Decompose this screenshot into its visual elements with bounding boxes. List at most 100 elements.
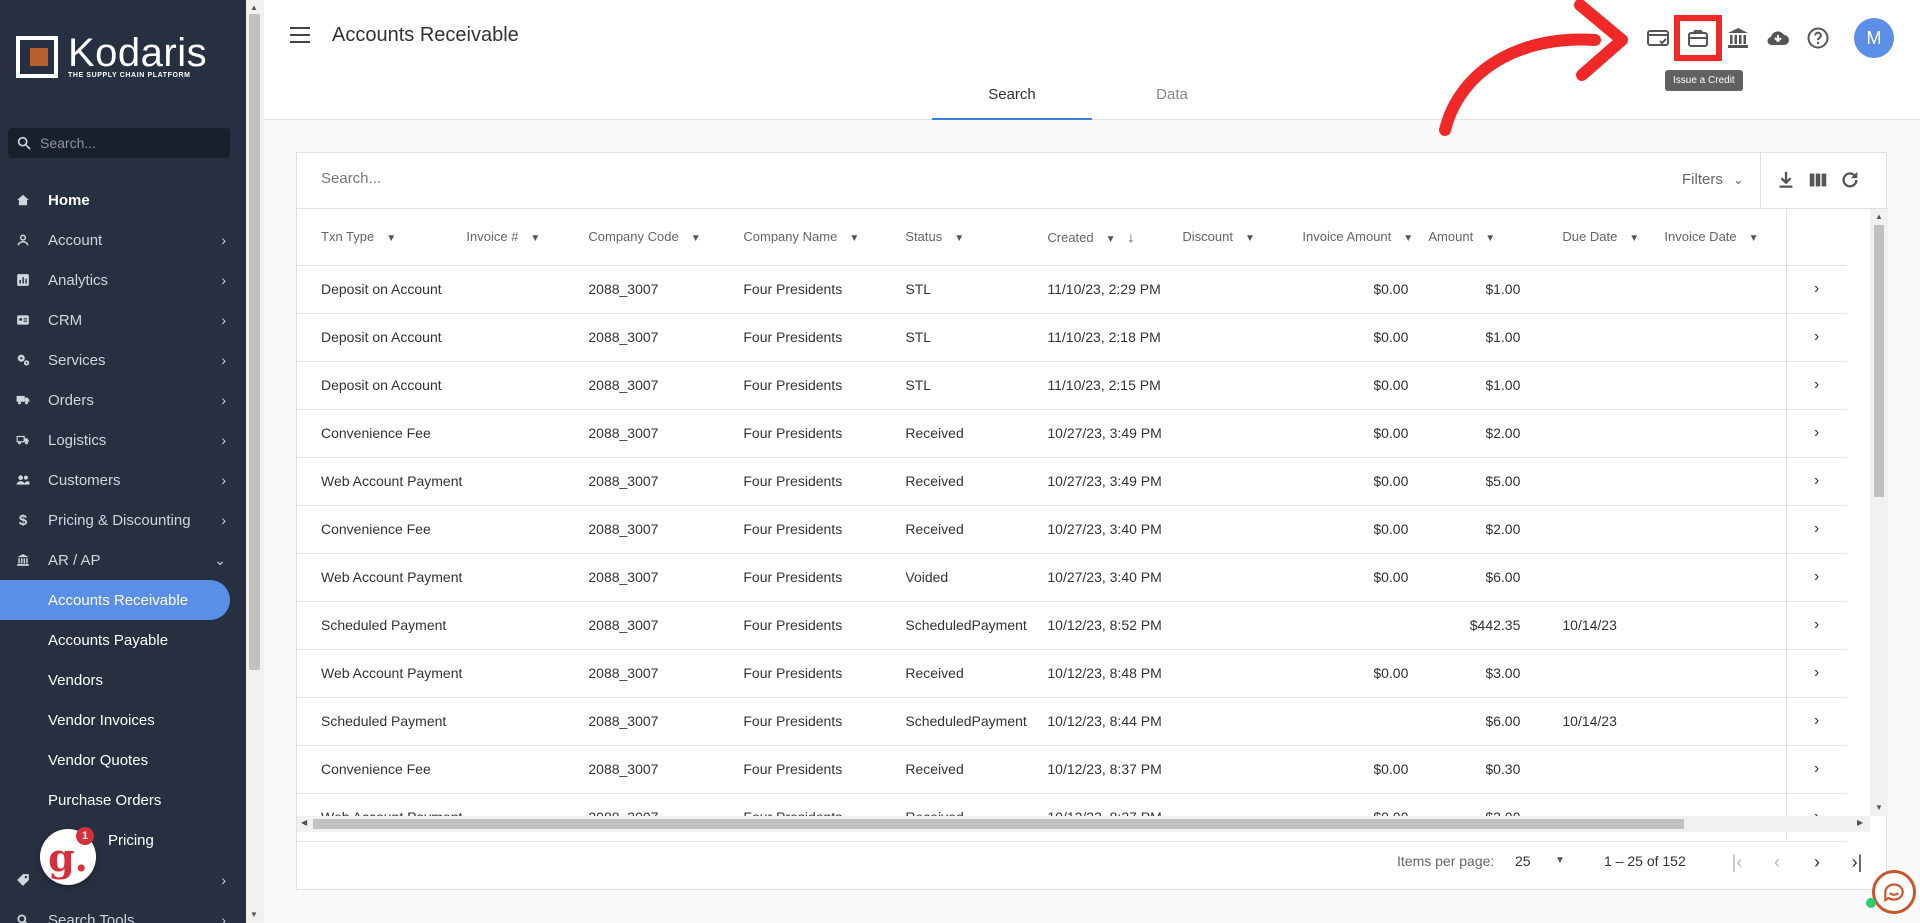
row-open-button[interactable]: › <box>1785 265 1847 314</box>
scroll-down-icon[interactable]: ▼ <box>250 910 258 919</box>
table-horizontal-scrollbar[interactable]: ◀ ▶ <box>297 816 1870 832</box>
last-page-button[interactable]: ›| <box>1842 847 1872 877</box>
tab-data[interactable]: Data <box>1092 80 1252 120</box>
col-due-date[interactable]: Due Date ▼ <box>1536 209 1661 266</box>
row-open-button[interactable]: › <box>1785 745 1847 794</box>
table-vscroll-thumb[interactable] <box>1874 225 1884 497</box>
sidebar-item-home[interactable]: Home <box>0 180 246 220</box>
table-row[interactable]: Web Account Payment 2088_3007Four Preside… <box>297 457 1847 506</box>
col-invoice-number[interactable]: Invoice # ▼ <box>462 209 585 266</box>
table-row[interactable]: Convenience Fee 2088_3007 Four Presidents R… <box>297 409 1847 458</box>
chevron-right-icon: › <box>221 472 226 488</box>
sidebar-subitem-vendors[interactable]: Vendors <box>0 660 246 700</box>
hamburger-menu-icon[interactable] <box>290 27 310 43</box>
sidebar-item-orders[interactable]: Orders › <box>0 380 246 420</box>
table-row[interactable]: Deposit on Account 2088_3007 Four Presiden… <box>297 313 1847 362</box>
sidebar-item-account[interactable]: Account › <box>0 220 246 260</box>
chat-button[interactable] <box>1872 870 1916 914</box>
sidebar-scrollbar[interactable]: ▲ ▼ <box>246 0 264 923</box>
sidebar-subitem-vendor-invoices[interactable]: Vendor Invoices <box>0 700 246 740</box>
payment-card-button[interactable] <box>1638 19 1678 57</box>
filters-dropdown[interactable]: Filters ⌄ <box>1682 171 1744 188</box>
sidebar-item-customers[interactable]: Customers › <box>0 460 246 500</box>
cell-invoice-date <box>1660 649 1787 698</box>
table-row[interactable]: Deposit on Account 2088_3007 Four Presiden… <box>297 361 1847 410</box>
scroll-up-icon[interactable]: ▲ <box>1875 212 1883 221</box>
col-status[interactable]: Status ▼ <box>901 209 1044 266</box>
sidebar-subitem-accounts-payable[interactable]: Accounts Payable <box>0 620 246 660</box>
table-hscroll-thumb[interactable] <box>313 819 1684 829</box>
sidebar-search-input[interactable] <box>40 135 210 151</box>
user-avatar[interactable]: M <box>1854 18 1894 58</box>
refresh-icon[interactable] <box>1839 169 1861 191</box>
sidebar-item-crm[interactable]: CRM › <box>0 300 246 340</box>
sidebar-scroll-thumb[interactable] <box>249 14 260 670</box>
scroll-left-icon[interactable]: ◀ <box>301 818 307 827</box>
tab-search[interactable]: Search <box>932 80 1092 120</box>
row-open-button[interactable]: › <box>1785 505 1847 554</box>
row-open-button[interactable]: › <box>1785 313 1847 362</box>
cell-due-date <box>1536 313 1661 362</box>
cloud-download-button[interactable] <box>1758 19 1798 57</box>
col-company-name[interactable]: Company Name ▼ <box>739 209 902 266</box>
table-vertical-scrollbar[interactable]: ▲ ▼ <box>1870 209 1888 816</box>
table-row[interactable]: Web Account Payment 2088_3007Four Preside… <box>297 649 1847 698</box>
help-button[interactable] <box>1798 19 1838 57</box>
sidebar-item-logistics[interactable]: Logistics › <box>0 420 246 460</box>
col-company-code[interactable]: Company Code ▼ <box>584 209 740 266</box>
cell-txn-type: Convenience Fee <box>297 745 463 794</box>
col-discount[interactable]: Discount ▼ <box>1178 209 1299 266</box>
sidebar-subitem-accounts-receivable[interactable]: Accounts Receivable <box>0 580 230 620</box>
scroll-up-icon[interactable]: ▲ <box>250 3 258 12</box>
table-row[interactable]: Convenience Fee 2088_3007 Four Presidents R… <box>297 505 1847 554</box>
table-row[interactable]: Convenience Fee 2088_3007 Four Presidents R… <box>297 745 1847 794</box>
columns-icon[interactable] <box>1807 169 1829 191</box>
sidebar-item-pricing-discounting[interactable]: $ Pricing & Discounting › <box>0 500 246 540</box>
table-row[interactable]: Web Account Payment 2088_3007Four Preside… <box>297 553 1847 602</box>
sidebar-subitem-purchase-orders[interactable]: Purchase Orders <box>0 780 246 820</box>
download-icon[interactable] <box>1775 169 1797 191</box>
table-row[interactable]: Deposit on Account 2088_3007 Four Presiden… <box>297 265 1847 314</box>
table-row[interactable]: Scheduled Payment 2088_3007 Four President… <box>297 601 1847 650</box>
table-search-input[interactable] <box>321 170 821 187</box>
sidebar-item-analytics[interactable]: Analytics › <box>0 260 246 300</box>
sidebar-item-ar-ap[interactable]: AR / AP ⌄ <box>0 540 246 580</box>
kodaris-logo[interactable]: Kodaris THE SUPPLY CHAIN PLATFORM <box>16 33 207 79</box>
sidebar-subitem-vendor-quotes[interactable]: Vendor Quotes <box>0 740 246 780</box>
row-open-button[interactable]: › <box>1785 409 1847 458</box>
col-txn-type[interactable]: Txn Type ▼ <box>297 209 463 266</box>
chevron-right-icon: › <box>1813 328 1820 345</box>
next-page-button[interactable]: › <box>1802 847 1832 877</box>
row-open-button[interactable]: › <box>1785 601 1847 650</box>
issue-credit-button[interactable] <box>1674 15 1722 61</box>
sidebar-item-tags[interactable]: › <box>0 860 246 900</box>
previous-page-button[interactable]: ‹ <box>1762 847 1792 877</box>
notifications-badge[interactable]: g. 1 <box>40 827 96 885</box>
cell-company-name: Four Presidents <box>739 505 902 554</box>
col-created[interactable]: Created ▼ ↓ <box>1043 209 1179 266</box>
scroll-down-icon[interactable]: ▼ <box>1875 803 1883 812</box>
sidebar-item-search-tools[interactable]: Search Tools › <box>0 900 246 923</box>
table-row[interactable]: Scheduled Payment 2088_3007 Four President… <box>297 697 1847 746</box>
sort-arrow-down-icon[interactable]: ↓ <box>1128 229 1135 245</box>
col-invoice-amount[interactable]: Invoice Amount ▼ <box>1298 209 1425 266</box>
caret-down-icon: ▼ <box>1403 233 1414 245</box>
items-per-page-select[interactable]: 25 <box>1515 853 1531 869</box>
bank-button[interactable] <box>1718 19 1758 57</box>
row-open-button[interactable]: › <box>1785 361 1847 410</box>
sidebar-item-label: Account <box>48 231 103 249</box>
people-icon <box>16 473 30 487</box>
sidebar-item-services[interactable]: Services › <box>0 340 246 380</box>
row-open-button[interactable]: › <box>1785 457 1847 506</box>
col-amount[interactable]: Amount ▼ <box>1424 209 1537 266</box>
first-page-button[interactable]: |‹ <box>1722 847 1752 877</box>
issue-credit-icon <box>1688 29 1708 47</box>
sidebar-subitem-pricing[interactable]: Pricing <box>0 820 246 860</box>
col-invoice-date[interactable]: Invoice Date ▼ <box>1660 209 1787 266</box>
row-open-button[interactable]: › <box>1785 553 1847 602</box>
row-open-button[interactable]: › <box>1785 649 1847 698</box>
caret-down-icon[interactable]: ▼ <box>1555 855 1565 866</box>
row-open-button[interactable]: › <box>1785 697 1847 746</box>
cell-invoice-date <box>1660 409 1787 458</box>
scroll-right-icon[interactable]: ▶ <box>1857 818 1863 827</box>
